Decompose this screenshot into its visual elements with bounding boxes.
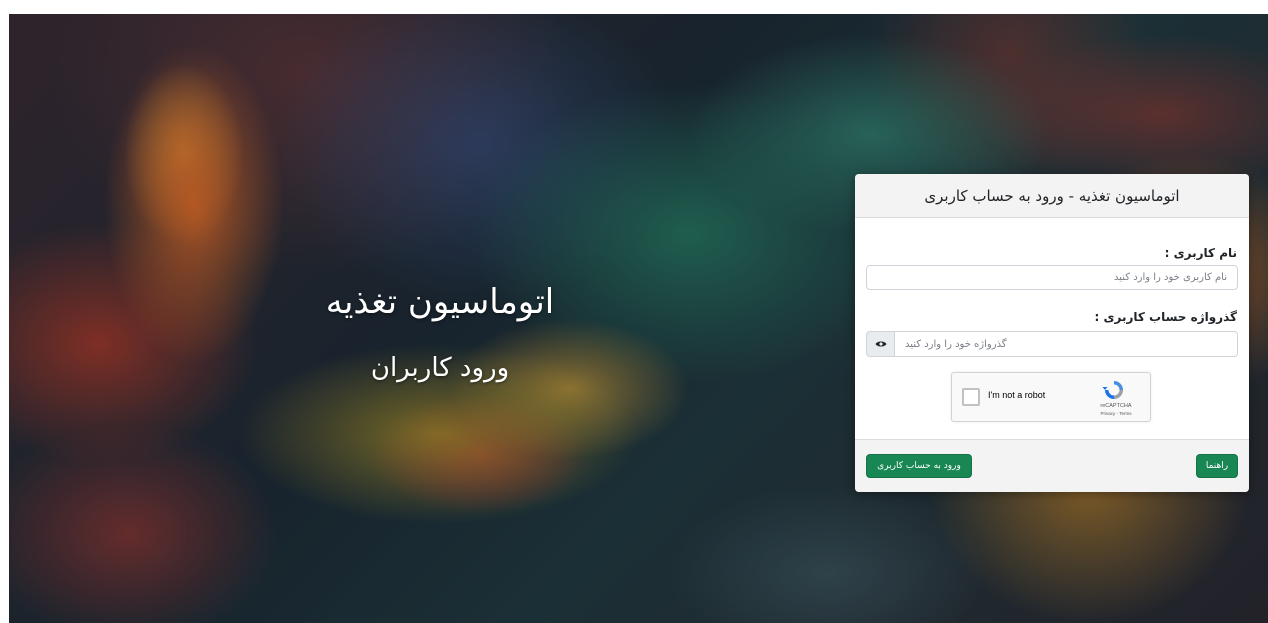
hero-subtitle: ورود کاربران xyxy=(370,353,510,383)
help-button[interactable]: راهنما xyxy=(1196,454,1238,478)
recaptcha-brand: reCAPTCHA xyxy=(1100,403,1132,409)
recaptcha-widget: I'm not a robot reCAPTCHA Privacy - Term… xyxy=(951,372,1151,422)
login-button[interactable]: ورود به حساب کاربری xyxy=(866,454,972,478)
recaptcha-logo-icon xyxy=(1102,381,1123,399)
password-placeholder: گذرواژه خود را وارد کنید xyxy=(905,338,1007,350)
recaptcha-label: I'm not a robot xyxy=(988,390,1046,400)
login-card-body: نام کاربری : نام کاربری خود را وارد کنید… xyxy=(855,218,1249,440)
username-label: نام کاربری : xyxy=(1164,246,1237,260)
hero-title: اتوماسیون تغذیه xyxy=(325,282,555,322)
recaptcha-checkbox[interactable] xyxy=(962,388,980,406)
login-card-footer: راهنما ورود به حساب کاربری xyxy=(855,439,1249,492)
login-card: اتوماسیون تغذیه - ورود به حساب کاربری نا… xyxy=(855,174,1249,492)
username-placeholder: نام کاربری خود را وارد کنید xyxy=(1113,272,1227,283)
password-input[interactable]: گذرواژه خود را وارد کنید xyxy=(894,331,1238,357)
login-page: اتوماسیون تغذیه ورود کاربران اتوماسیون ت… xyxy=(0,0,1268,623)
login-card-header: اتوماسیون تغذیه - ورود به حساب کاربری xyxy=(855,174,1249,218)
password-label: گذرواژه حساب کاربری : xyxy=(1094,310,1238,324)
username-input[interactable]: نام کاربری خود را وارد کنید xyxy=(866,265,1238,290)
eye-icon xyxy=(875,341,886,347)
password-group: گذرواژه خود را وارد کنید xyxy=(866,331,1238,357)
recaptcha-links[interactable]: Privacy - Terms xyxy=(1092,411,1140,416)
password-toggle-button[interactable] xyxy=(866,331,894,357)
